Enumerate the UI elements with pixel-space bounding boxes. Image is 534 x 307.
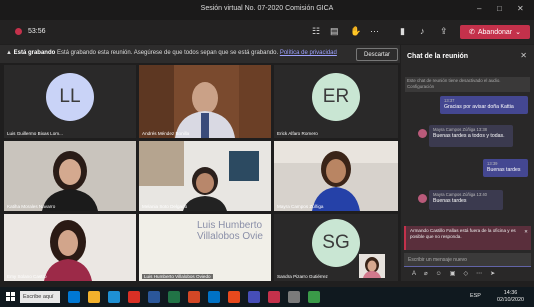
file-explorer-icon[interactable] bbox=[88, 291, 100, 303]
video-feed bbox=[4, 141, 136, 211]
participant-tile[interactable]: Emy Solano Castro bbox=[4, 214, 136, 281]
participant-name: Melania Soto Delgado bbox=[142, 204, 188, 209]
avatar: SG bbox=[312, 219, 360, 268]
emoji-icon[interactable]: ☺ bbox=[436, 271, 450, 277]
format-icon[interactable]: A bbox=[412, 271, 424, 277]
video-feed bbox=[139, 141, 271, 211]
participant-tile[interactable]: Melania Soto Delgado bbox=[139, 141, 271, 211]
avatar bbox=[418, 194, 427, 203]
send-icon[interactable]: ➤ bbox=[490, 271, 503, 277]
taskbar-clock[interactable]: 14:36 02/10/2020 bbox=[497, 290, 524, 304]
banner-text: Está grabando esta reunión. Asegúrese de… bbox=[56, 50, 279, 56]
avatar: LL bbox=[46, 73, 94, 122]
participant-tile[interactable]: ER Erick Alfaro Romero bbox=[274, 65, 398, 138]
participant-tile[interactable]: Katiha Morales Navarro bbox=[4, 141, 136, 211]
participant-name: Sandra Pizarro Gutiérrez bbox=[277, 274, 328, 279]
video-grid: LL Luis Guillermo Bixas Lom... Andrés Mé… bbox=[0, 63, 400, 281]
chat-title: Chat de la reunión bbox=[407, 53, 469, 60]
word-icon[interactable] bbox=[148, 291, 160, 303]
close-alert-icon[interactable]: ✕ bbox=[524, 229, 528, 235]
chat-icon[interactable]: ▤ bbox=[330, 26, 339, 37]
taskbar: Escribe aquí ESP 14:36 02/10/2020 bbox=[0, 287, 534, 307]
participant-name: Mayra Campos Zúñiga bbox=[277, 204, 324, 209]
participant-name: Erick Alfaro Romero bbox=[277, 131, 318, 136]
excel-icon[interactable] bbox=[168, 291, 180, 303]
maximize-icon[interactable]: □ bbox=[497, 4, 502, 13]
sticker-icon[interactable]: ◇ bbox=[463, 271, 476, 277]
edge-icon[interactable] bbox=[108, 291, 120, 303]
participant-tile[interactable]: LL Luis Guillermo Bixas Lom... bbox=[4, 65, 136, 138]
leave-button[interactable]: ✆ Abandonar ⌄ bbox=[460, 25, 530, 39]
chat-message: Mayra Campos Zúñiga 13:40 Buenas tardes bbox=[429, 190, 503, 210]
leave-label: Abandonar bbox=[477, 28, 513, 36]
app-icon[interactable] bbox=[308, 291, 320, 303]
participant-name: Emy Solano Castro bbox=[7, 274, 47, 279]
more-actions-icon[interactable]: ⋯ bbox=[370, 26, 379, 37]
chat-message: Mayra Campos Zúñiga 13:38 Buenas tardes … bbox=[429, 125, 513, 147]
participant-tile[interactable]: Mayra Campos Zúñiga bbox=[274, 141, 398, 211]
meeting-timer: 53:56 bbox=[28, 28, 46, 35]
chat-message: 13:39 Buenas tardes bbox=[483, 159, 528, 177]
minimize-icon[interactable]: – bbox=[477, 4, 481, 13]
close-window-icon[interactable]: ✕ bbox=[517, 4, 524, 13]
app-icon[interactable] bbox=[228, 291, 240, 303]
participant-tile[interactable]: Andrés Méndez Bonilla bbox=[139, 65, 271, 138]
banner-bold: Está grabando bbox=[13, 50, 56, 56]
privacy-link[interactable]: Política de privacidad bbox=[280, 50, 337, 56]
video-feed bbox=[4, 214, 136, 281]
outlook-icon[interactable] bbox=[208, 291, 220, 303]
phone-icon: ✆ bbox=[468, 29, 475, 36]
share-screen-icon[interactable]: ⇪ bbox=[440, 26, 448, 37]
avatar bbox=[418, 129, 427, 138]
out-of-office-alert: Armando Castillo Fallas está fuera de la… bbox=[404, 226, 531, 250]
chat-compose-input[interactable]: Escribir un mensaje nuevo bbox=[404, 253, 531, 267]
windows-start-icon[interactable] bbox=[6, 292, 15, 301]
recording-timer: 53:56 bbox=[15, 28, 46, 35]
powerpoint-icon[interactable] bbox=[188, 291, 200, 303]
participant-name: Luis Humberto Villalobos Oviedo bbox=[142, 274, 213, 279]
participant-name: Luis Guillermo Bixas Lom... bbox=[7, 131, 63, 136]
compose-toolbar: A⌀☺▣◇⋯➤ bbox=[412, 270, 503, 277]
recording-banner: ▲ Está grabando Está grabando esta reuni… bbox=[0, 45, 400, 64]
acrobat-icon[interactable] bbox=[268, 291, 280, 303]
camera-icon[interactable]: ▮ bbox=[400, 26, 405, 37]
more-icon[interactable]: ⋯ bbox=[476, 271, 490, 277]
window-title-bar: Sesión virtual No. 07-2020 Comisión GICA… bbox=[0, 0, 534, 20]
video-feed bbox=[274, 141, 398, 211]
app-icon[interactable] bbox=[288, 291, 300, 303]
self-view-thumbnail bbox=[359, 254, 385, 278]
recording-dot-icon bbox=[15, 28, 22, 35]
meeting-toolbar: 53:56 ☷ ▤ ✋ ⋯ ▮ ♪ ⇪ ✆ Abandonar ⌄ bbox=[0, 20, 534, 44]
participant-name: Katiha Morales Navarro bbox=[7, 204, 56, 209]
video-feed bbox=[139, 65, 271, 138]
avatar: ER bbox=[312, 73, 360, 122]
participant-tile[interactable]: Luis Humberto Villalobos Ovie Luis Humbe… bbox=[139, 214, 271, 281]
taskbar-search[interactable]: Escribe aquí bbox=[20, 291, 60, 303]
close-chat-icon[interactable]: ✕ bbox=[520, 51, 527, 60]
gif-icon[interactable]: ▣ bbox=[450, 271, 464, 277]
warning-icon: ▲ bbox=[6, 50, 12, 56]
teams-icon[interactable] bbox=[248, 291, 260, 303]
dismiss-button[interactable]: Descartar bbox=[356, 48, 398, 61]
participants-icon[interactable]: ☷ bbox=[312, 26, 320, 37]
chat-message: 13:37 Gracias por avisar doña Kattia bbox=[440, 96, 528, 114]
microphone-icon[interactable]: ♪ bbox=[420, 26, 425, 36]
chevron-down-icon: ⌄ bbox=[515, 29, 521, 36]
language-indicator[interactable]: ESP bbox=[470, 293, 481, 299]
participant-tile[interactable]: SG Sandra Pizarro Gutiérrez bbox=[274, 214, 398, 281]
taskview-icon[interactable] bbox=[68, 291, 80, 303]
chrome-icon[interactable] bbox=[128, 291, 140, 303]
window-title: Sesión virtual No. 07-2020 Comisión GICA bbox=[200, 5, 334, 12]
background-text: Luis Humberto Villalobos Ovie bbox=[197, 220, 263, 242]
participant-name: Andrés Méndez Bonilla bbox=[142, 131, 190, 136]
chat-system-message: Este chat de reunión tiene desactivado e… bbox=[405, 77, 530, 92]
raise-hand-icon[interactable]: ✋ bbox=[350, 26, 361, 37]
attach-icon[interactable]: ⌀ bbox=[424, 271, 436, 277]
